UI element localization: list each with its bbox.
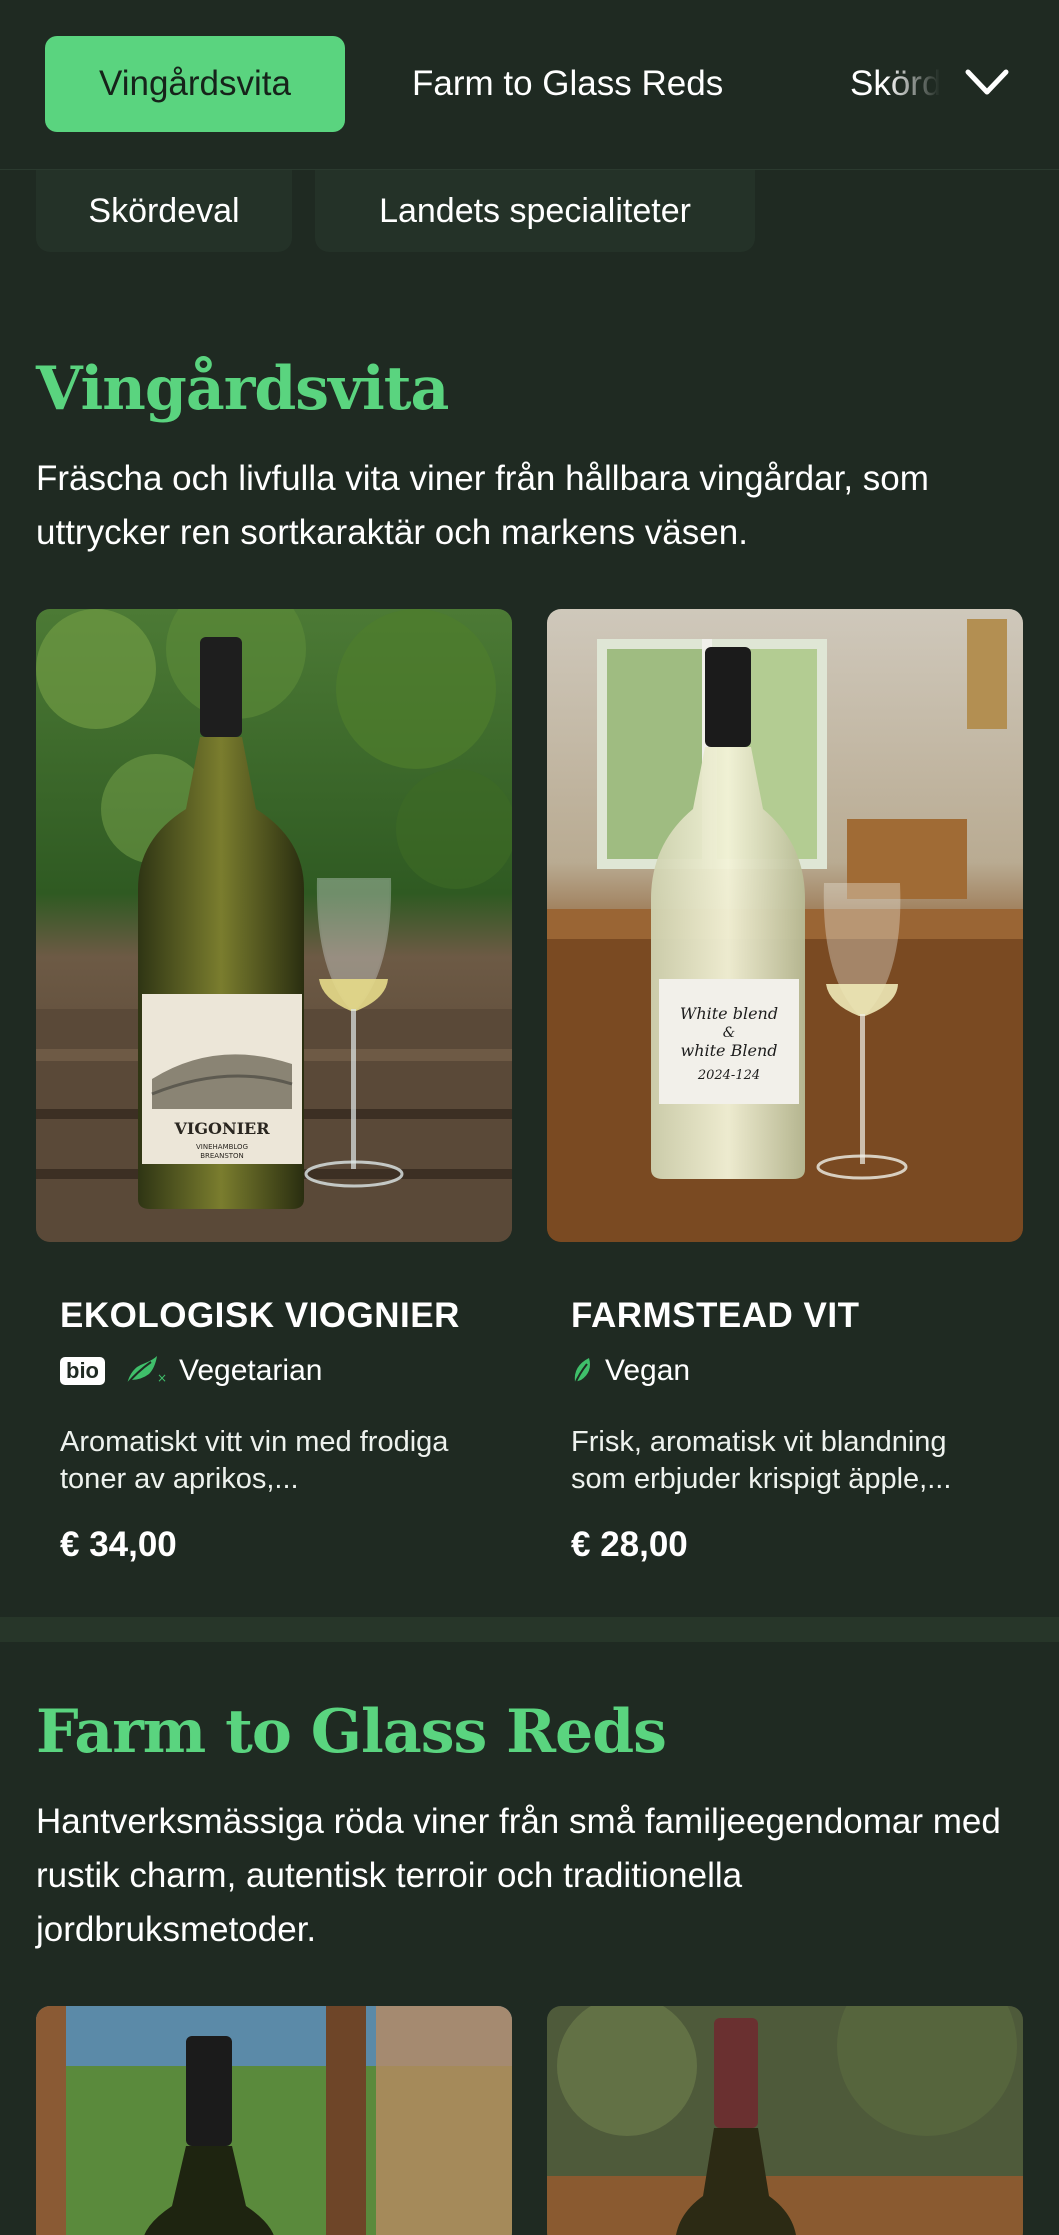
bottle-label-line1: White blend — [680, 1004, 778, 1023]
product-tags-farmstead: Vegan — [571, 1354, 690, 1388]
product-description-viognier: Aromatiskt vitt vin med frodiga toner av… — [60, 1426, 449, 1495]
product-image-farmstead[interactable]: White blend & white Blend 2024-124 — [547, 609, 1023, 1242]
product-tags-viognier: bio × Vegetarian — [60, 1354, 322, 1388]
section-description: Hantverksmässiga röda viner från små fam… — [36, 1802, 1001, 1949]
vegetarian-icon: × — [126, 1356, 167, 1385]
bottle-label-sub: VINEHAMBLOG — [196, 1143, 248, 1151]
bottle-label-line4: 2024-124 — [697, 1068, 760, 1083]
tab-vingardsvita[interactable]: Vingårdsvita — [45, 36, 345, 132]
bottle-label-line2: & — [723, 1025, 735, 1041]
category-nav-bar: Vingårdsvita Farm to Glass Reds Skördeva… — [0, 0, 1059, 170]
vegan-leaf-icon — [574, 1358, 590, 1385]
product-image-viognier[interactable]: VIGONIER VINEHAMBLOG BREANSTON — [36, 609, 512, 1242]
bottle-label-sub2: BREANSTON — [200, 1152, 244, 1160]
chip-skordeval[interactable]: Skördeval — [36, 170, 292, 252]
tag-vegan: Vegan — [605, 1354, 691, 1387]
tag-vegetarian: Vegetarian — [179, 1354, 323, 1387]
section-title-vingardsvita: Vingårdsvita — [36, 354, 449, 424]
red-wine-photo-1 — [36, 2006, 512, 2235]
viognier-photo: VIGONIER VINEHAMBLOG BREANSTON — [36, 609, 512, 1242]
bio-badge: bio — [60, 1357, 105, 1385]
bottle-label-title: VIGONIER — [173, 1119, 270, 1138]
chevron-down-icon[interactable] — [962, 62, 1012, 102]
product-description-farmstead: Frisk, aromatisk vit blandning som erbju… — [571, 1426, 952, 1495]
bottle-label-line3: white Blend — [681, 1041, 778, 1060]
product-image-red-2[interactable] — [547, 2006, 1023, 2235]
red-wine-photo-2 — [547, 2006, 1023, 2235]
chip-landets-specialiteter[interactable]: Landets specialiteter — [315, 170, 755, 252]
tab-farm-to-glass-reds[interactable]: Farm to Glass Reds — [412, 36, 723, 132]
section-description: Fräscha och livfulla vita viner från hål… — [36, 459, 929, 552]
product-price-viognier: € 34,00 — [60, 1525, 177, 1564]
svg-text:×: × — [157, 1371, 167, 1385]
section-title-farm-to-glass-reds: Farm to Glass Reds — [36, 1697, 667, 1767]
farmstead-photo: White blend & white Blend 2024-124 — [547, 609, 1023, 1242]
section-divider — [0, 1617, 1059, 1642]
product-image-red-1[interactable] — [36, 2006, 512, 2235]
tab-skordeval[interactable]: Skördeval — [850, 36, 940, 132]
product-name-farmstead[interactable]: FARMSTEAD VIT — [571, 1296, 859, 1336]
product-name-viognier[interactable]: EKOLOGISK VIOGNIER — [60, 1296, 460, 1336]
product-price-farmstead: € 28,00 — [571, 1525, 688, 1564]
